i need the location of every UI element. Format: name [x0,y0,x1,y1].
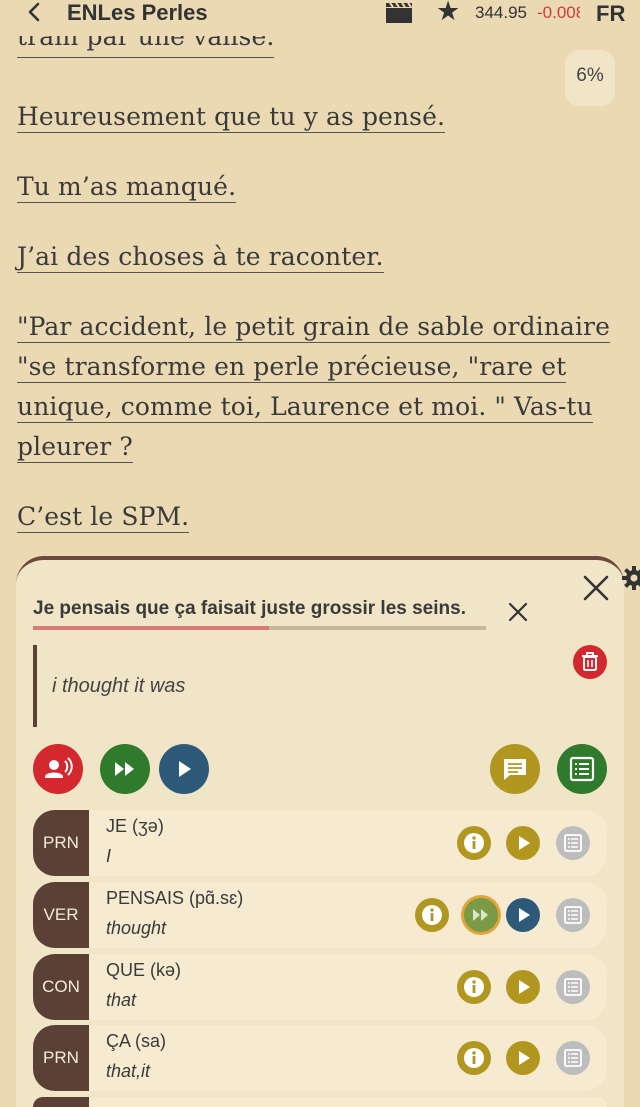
list-icon[interactable] [556,898,590,932]
trash-icon[interactable] [573,645,607,679]
reader-line[interactable]: pleurer ? [17,432,133,463]
info-icon[interactable] [457,970,491,1004]
word-text: PENSAIS (pɑ̃.sɛ) [106,888,244,908]
play-word-button[interactable] [506,970,540,1004]
reader-line[interactable]: unique, comme toi, Laurence et moi. " Va… [17,392,593,423]
word-row-partial[interactable] [33,1097,607,1107]
page-title: ENLes Perles [67,0,208,25]
progress-badge: 6% [565,50,615,106]
word-row[interactable]: PRN JE (ʒə) I [33,810,607,876]
score-delta: -0.008 [537,3,580,22]
translation-text: i thought it was [52,675,186,697]
speaker-voice-button[interactable] [33,744,83,794]
word-gloss: I [106,846,112,866]
sentence-progress-fill [33,626,269,630]
word-gloss: thought [106,918,167,938]
film-clapper-icon[interactable] [385,2,413,24]
list-icon[interactable] [556,970,590,1004]
translation-quote-bar [33,645,37,727]
pos-badge [33,1097,89,1107]
score-value: 344.95 [475,3,527,22]
word-row[interactable]: PRN ÇA (sa) that,it [33,1025,607,1091]
word-text: ÇA (sa) [106,1031,167,1051]
reader-line[interactable]: C’est le SPM. [17,502,190,533]
play-word-button[interactable] [506,1041,540,1075]
gear-icon[interactable] [622,566,640,590]
top-bar: ENLes Perles ★ 344.95 -0.008 FR [0,0,640,28]
back-chevron-icon[interactable] [22,0,48,27]
pos-badge: CON [33,954,89,1020]
reader-line[interactable]: Tu m’as manqué. [17,172,237,203]
reader-line[interactable]: "se transforme en perle précieuse, "rare… [17,352,567,383]
reader-line[interactable]: J’ai des choses à te raconter. [17,242,384,273]
reader-line[interactable]: train par une valise. [17,36,275,58]
reader-line[interactable]: Heureusement que tu y as pensé. [17,102,446,133]
pos-badge: PRN [33,1025,89,1091]
chat-icon[interactable] [490,744,540,794]
play-word-button[interactable] [506,826,540,860]
list-icon[interactable] [556,826,590,860]
word-row[interactable]: CON QUE (kə) that [33,954,607,1020]
reader-line[interactable]: "Par accident, le petit grain de sable o… [17,312,610,343]
info-icon[interactable] [457,826,491,860]
star-icon[interactable]: ★ [436,0,460,26]
play-button[interactable] [159,744,209,794]
word-text: JE (ʒə) [106,816,164,836]
info-icon[interactable] [415,898,449,932]
word-gloss: that,it [106,1061,151,1081]
fast-forward-word-button[interactable] [464,898,498,932]
word-text: QUE (kə) [106,960,182,980]
list-icon[interactable] [557,744,607,794]
close-panel-icon[interactable] [582,574,610,602]
pos-badge: PRN [33,810,89,876]
word-row[interactable]: VER PENSAIS (pɑ̃.sɛ) thought [33,882,607,948]
info-icon[interactable] [457,1041,491,1075]
fast-forward-button[interactable] [100,744,150,794]
sentence-text[interactable]: Je pensais que ça faisait juste grossir … [33,598,466,620]
list-icon[interactable] [556,1041,590,1075]
word-gloss: that [106,990,137,1010]
pos-badge: VER [33,882,89,948]
play-word-button[interactable] [506,898,540,932]
language-code[interactable]: FR [596,1,625,27]
close-sentence-icon[interactable] [508,602,528,622]
